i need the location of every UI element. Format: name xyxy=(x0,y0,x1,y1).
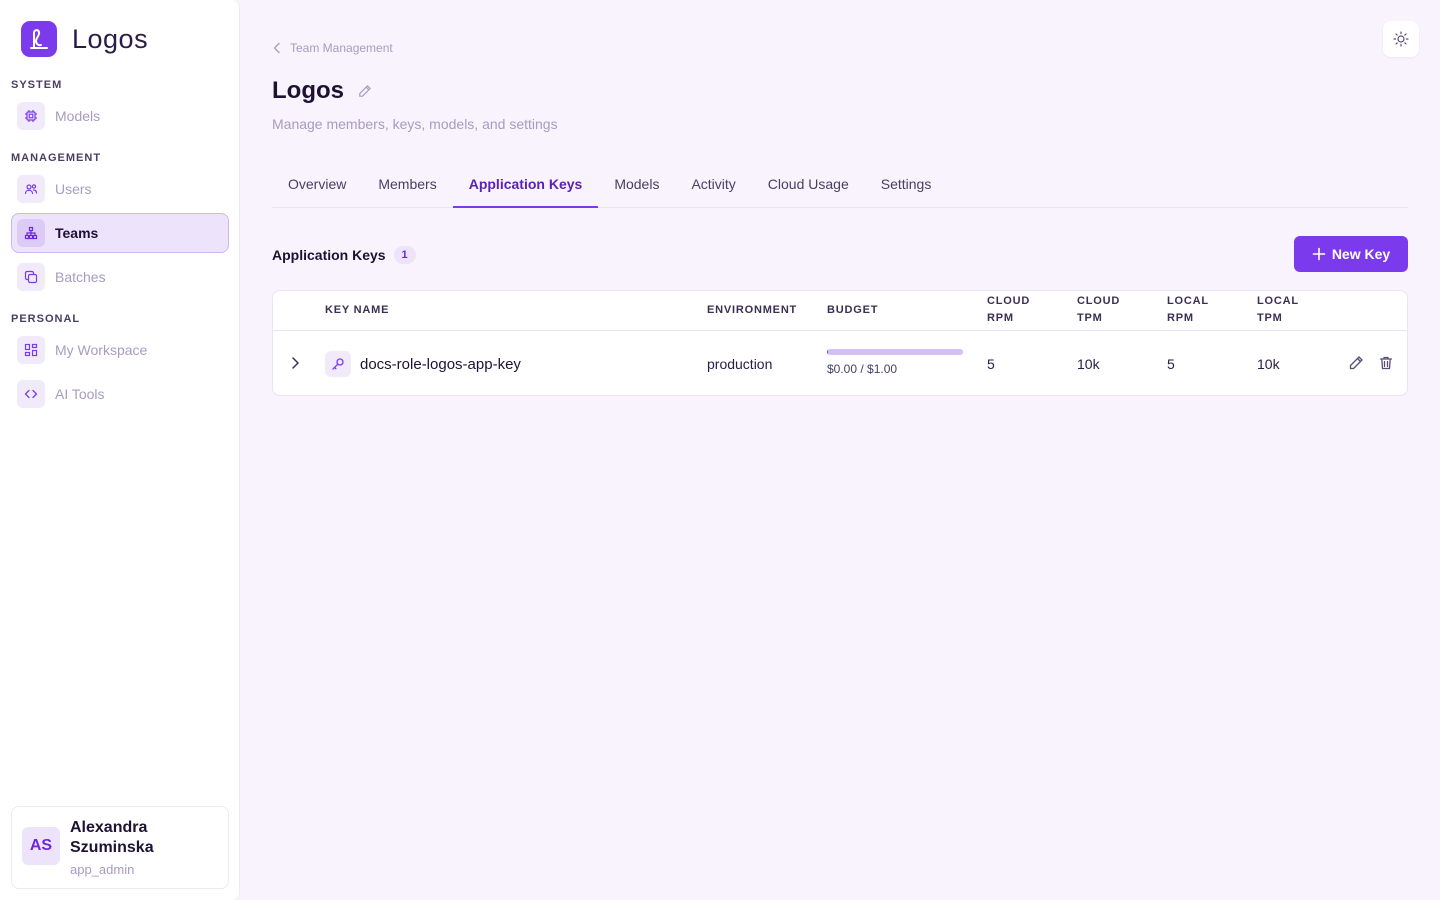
column-header-cloud-rpm: CLOUD RPM xyxy=(987,293,1030,327)
tab-settings[interactable]: Settings xyxy=(865,160,948,207)
column-header-line: LOCAL xyxy=(1167,295,1209,307)
page-subtitle: Manage members, keys, models, and settin… xyxy=(272,116,558,132)
section-label-system: SYSTEM xyxy=(11,79,63,91)
breadcrumb-link[interactable]: Team Management xyxy=(290,41,393,55)
sidebar-item-users[interactable]: Users xyxy=(11,169,229,209)
sidebar-item-label: Models xyxy=(55,108,101,124)
column-header-line: RPM xyxy=(1167,312,1194,324)
tab-bar: Overview Members Application Keys Models… xyxy=(272,160,1408,208)
user-card[interactable]: AS Alexandra Szuminska app_admin xyxy=(11,806,229,889)
keys-table: KEY NAME ENVIRONMENT BUDGET CLOUD RPM CL… xyxy=(272,290,1408,396)
column-header-local-tpm: LOCAL TPM xyxy=(1257,293,1299,327)
sidebar: Logos SYSTEM Models MANAGEMENT Users Tea… xyxy=(0,0,240,900)
section-title: Application Keys xyxy=(272,247,386,263)
page-title-row: Logos xyxy=(272,77,372,105)
edit-key-button[interactable] xyxy=(1346,353,1366,373)
delete-key-button[interactable] xyxy=(1376,353,1396,373)
key-icon xyxy=(325,351,351,377)
column-header-line: RPM xyxy=(987,312,1014,324)
column-header-line: LOCAL xyxy=(1257,295,1299,307)
page-title: Logos xyxy=(272,77,344,104)
breadcrumb[interactable]: Team Management xyxy=(272,41,393,55)
sidebar-item-models[interactable]: Models xyxy=(11,96,229,136)
tab-overview[interactable]: Overview xyxy=(272,160,362,207)
chevron-left-icon xyxy=(273,42,280,54)
sun-icon xyxy=(1393,31,1409,47)
sidebar-item-label: Teams xyxy=(55,225,99,241)
copy-icon xyxy=(17,263,45,291)
budget-value: $0.00 / $1.00 xyxy=(827,362,898,376)
new-key-button[interactable]: New Key xyxy=(1294,236,1408,272)
cloud-tpm-value: 10k xyxy=(1077,356,1100,372)
column-header-cloud-tpm: CLOUD TPM xyxy=(1077,293,1120,327)
sidebar-item-label: AI Tools xyxy=(55,386,105,402)
tab-activity[interactable]: Activity xyxy=(675,160,751,207)
sidebar-item-label: Users xyxy=(55,181,92,197)
tab-models[interactable]: Models xyxy=(598,160,675,207)
sidebar-item-my-workspace[interactable]: My Workspace xyxy=(11,330,229,370)
local-rpm-value: 5 xyxy=(1167,356,1175,372)
avatar: AS xyxy=(22,827,60,865)
user-role: app_admin xyxy=(70,862,135,877)
keys-section-header: Application Keys 1 xyxy=(272,246,416,264)
column-header-local-rpm: LOCAL RPM xyxy=(1167,293,1209,327)
new-key-label: New Key xyxy=(1331,246,1391,262)
column-header-line: CLOUD xyxy=(987,295,1031,307)
chip-icon xyxy=(17,102,45,130)
count-badge: 1 xyxy=(393,246,416,264)
tab-cloud-usage[interactable]: Cloud Usage xyxy=(752,160,865,207)
edit-title-button[interactable] xyxy=(358,84,372,98)
section-label-personal: PERSONAL xyxy=(11,313,81,325)
column-header-key-name: KEY NAME xyxy=(325,304,390,316)
brand-name: Logos xyxy=(72,23,149,54)
table-row[interactable]: docs-role-logos-app-key production $0.00… xyxy=(273,332,1407,396)
key-name: docs-role-logos-app-key xyxy=(360,356,521,373)
dashboard-icon xyxy=(17,336,45,364)
hierarchy-icon xyxy=(17,219,45,247)
column-header-line: TPM xyxy=(1257,312,1283,324)
expand-row-button[interactable] xyxy=(285,352,305,374)
users-icon xyxy=(17,175,45,203)
logos-logo-icon xyxy=(21,21,57,57)
column-header-line: TPM xyxy=(1077,312,1103,324)
sidebar-item-label: Batches xyxy=(55,269,106,285)
environment-value: production xyxy=(707,356,773,372)
column-header-environment: ENVIRONMENT xyxy=(707,304,798,316)
sidebar-item-teams[interactable]: Teams xyxy=(11,213,229,253)
sidebar-item-ai-tools[interactable]: AI Tools xyxy=(11,374,229,414)
column-header-budget: BUDGET xyxy=(827,304,879,316)
pencil-icon xyxy=(1349,356,1363,370)
budget-progress-fill xyxy=(827,349,829,355)
plus-icon xyxy=(1312,247,1326,261)
trash-icon xyxy=(1379,356,1393,370)
cloud-rpm-value: 5 xyxy=(987,356,995,372)
brand[interactable]: Logos xyxy=(21,21,148,57)
user-name: Alexandra Szuminska xyxy=(70,819,154,856)
sidebar-item-batches[interactable]: Batches xyxy=(11,257,229,297)
tab-application-keys[interactable]: Application Keys xyxy=(452,160,599,208)
local-tpm-value: 10k xyxy=(1257,356,1280,372)
tab-members[interactable]: Members xyxy=(362,160,452,207)
chevron-right-icon xyxy=(292,357,299,369)
code-icon xyxy=(17,380,45,408)
section-label-management: MANAGEMENT xyxy=(11,152,102,164)
pencil-icon xyxy=(359,85,371,97)
theme-toggle-button[interactable] xyxy=(1383,21,1419,57)
budget-progress-bar xyxy=(827,349,963,355)
sidebar-item-label: My Workspace xyxy=(55,342,148,358)
table-header: KEY NAME ENVIRONMENT BUDGET CLOUD RPM CL… xyxy=(273,291,1407,331)
column-header-line: CLOUD xyxy=(1077,295,1121,307)
